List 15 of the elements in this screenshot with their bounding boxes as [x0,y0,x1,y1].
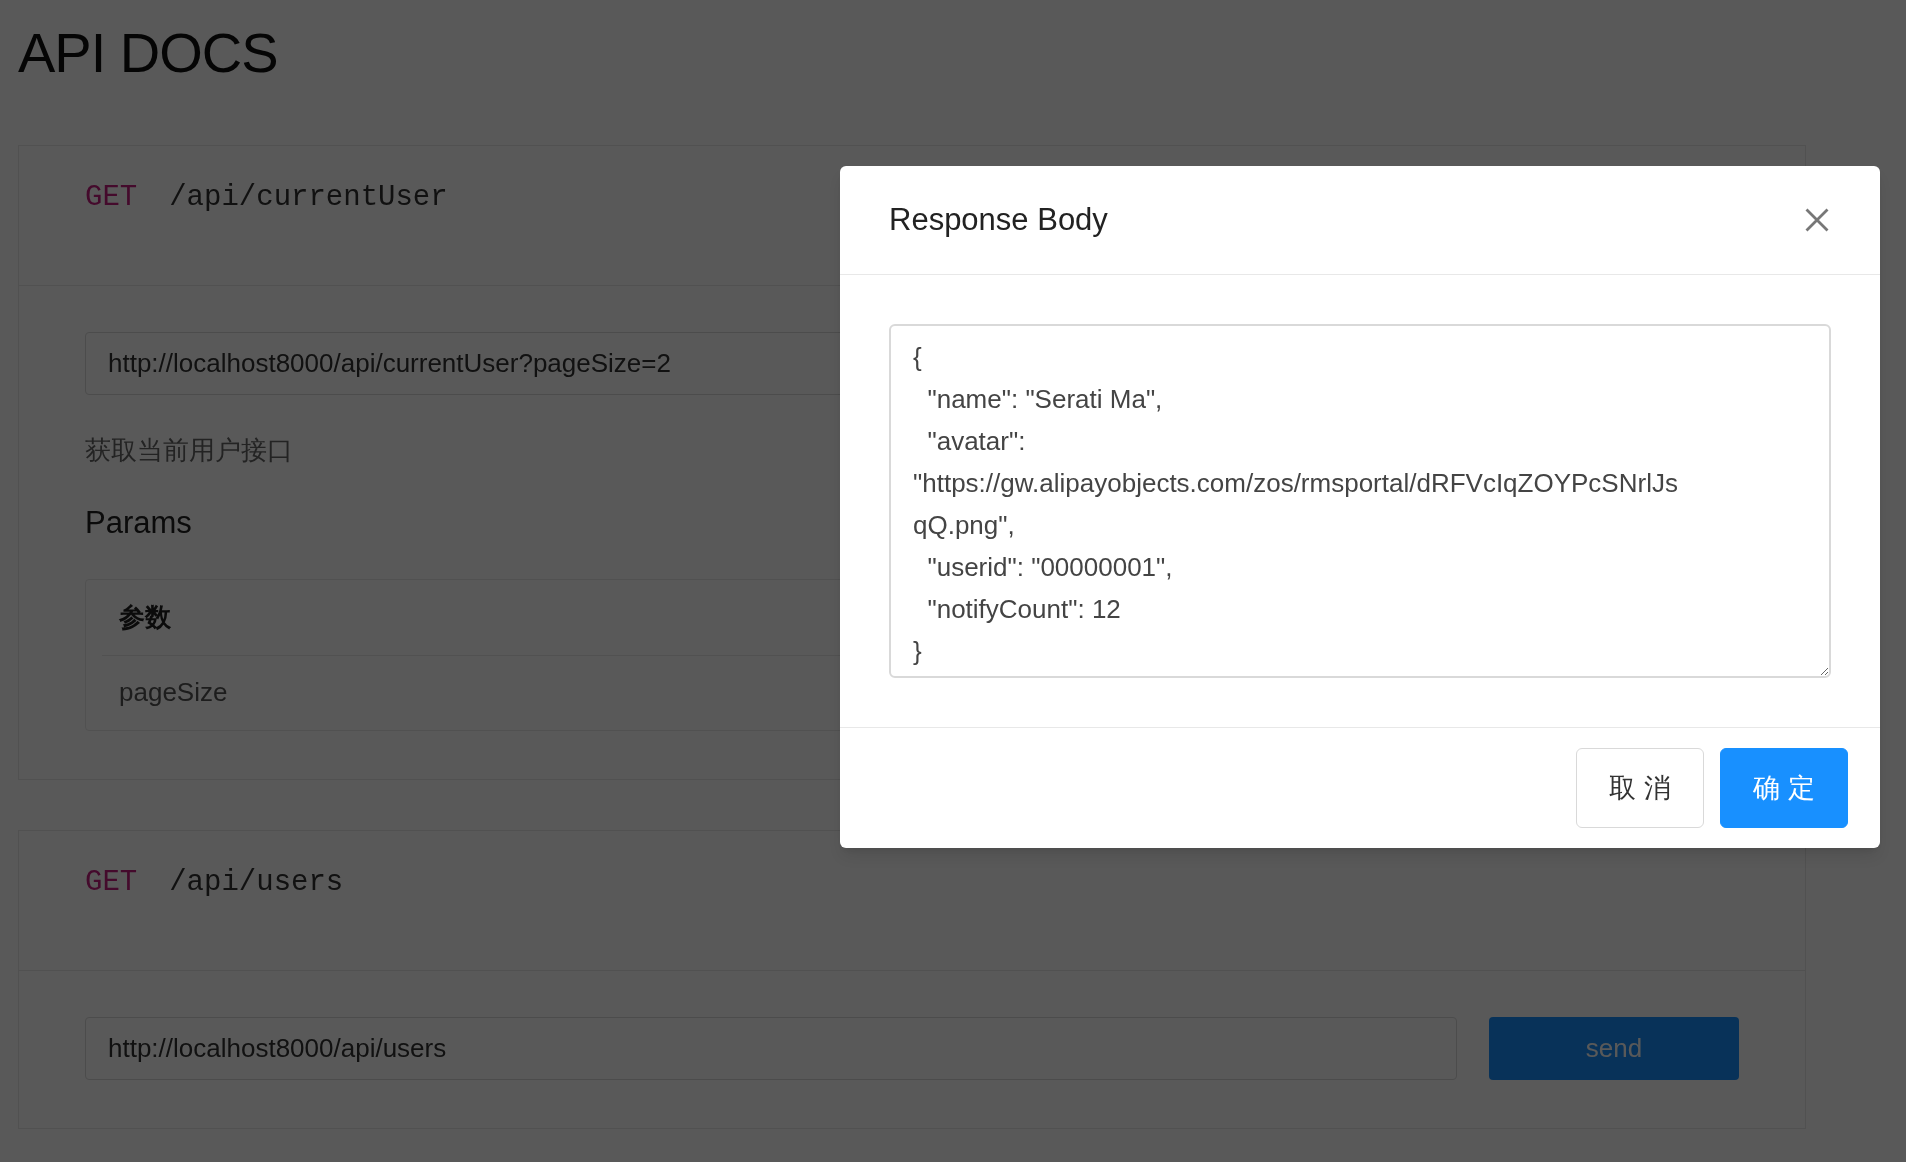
cancel-button[interactable]: 取 消 [1576,748,1704,828]
table-cell-text: pageSize [119,676,228,709]
column-header: 参数 [119,600,171,634]
dialog-title: Response Body [889,200,1108,239]
confirm-button[interactable]: 确 定 [1720,748,1848,828]
close-icon[interactable] [1803,206,1831,234]
endpoint-path: /api/currentUser [169,180,448,216]
http-method: GET [85,180,138,216]
params-heading: Params [85,504,192,542]
http-method: GET [85,864,138,901]
send-button[interactable]: send [1489,1016,1739,1080]
endpoint-path: /api/users [169,864,344,901]
url-field[interactable]: http://localhost8000/api/users [85,1016,1457,1080]
page-title: API DOCS [18,20,279,86]
response-body-field[interactable]: { "name": "Serati Ma", "avatar": "https://gw.alipayobjects.com/zos/rmsportal/dRFVcIqZOYPcSNrlJs qQ.png", "userid": "00000001", "notifyCount": 12 } [889,324,1831,678]
